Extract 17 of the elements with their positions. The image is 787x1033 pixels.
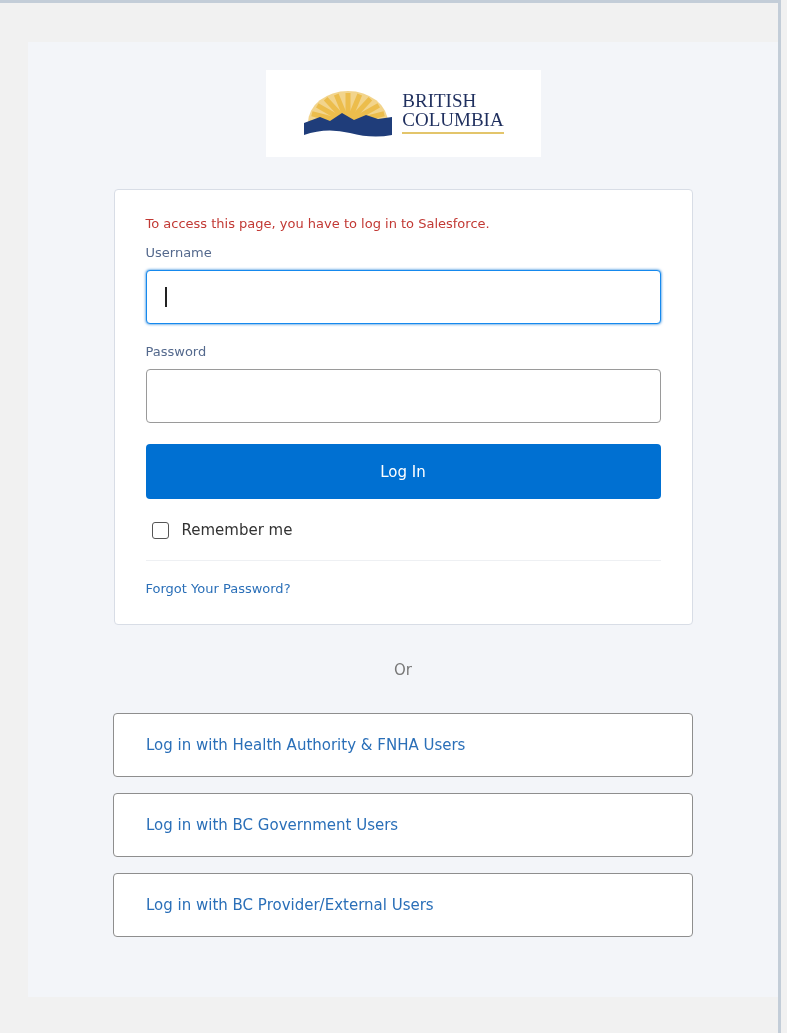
input-field[interactable] [145, 369, 661, 423]
error-message: To access this page, you have to log in to Salesforce. [145, 216, 491, 231]
separator-text: Or [394, 661, 412, 679]
forgot-password-link[interactable]: Forgot Your Password? [145, 581, 291, 596]
logo-text: COLUMBIA [402, 110, 504, 129]
checkbox[interactable] [151, 521, 169, 539]
input-field[interactable] [145, 270, 661, 324]
login-button[interactable]: Log In [145, 444, 661, 499]
checkbox-label: Remember me [181, 521, 293, 539]
sso-login-button[interactable]: Log in with BC Government Users [113, 793, 693, 857]
text-caret [164, 287, 167, 307]
sso-login-button[interactable]: Log in with BC Provider/External Users [113, 873, 693, 937]
sun-mountains-icon [302, 88, 395, 139]
field-label: Username [145, 245, 213, 260]
logo-text: BRITISH [402, 91, 478, 110]
field-label: Password [145, 344, 208, 359]
sso-login-button[interactable]: Log in with Health Authority & FNHA Users [113, 713, 693, 777]
